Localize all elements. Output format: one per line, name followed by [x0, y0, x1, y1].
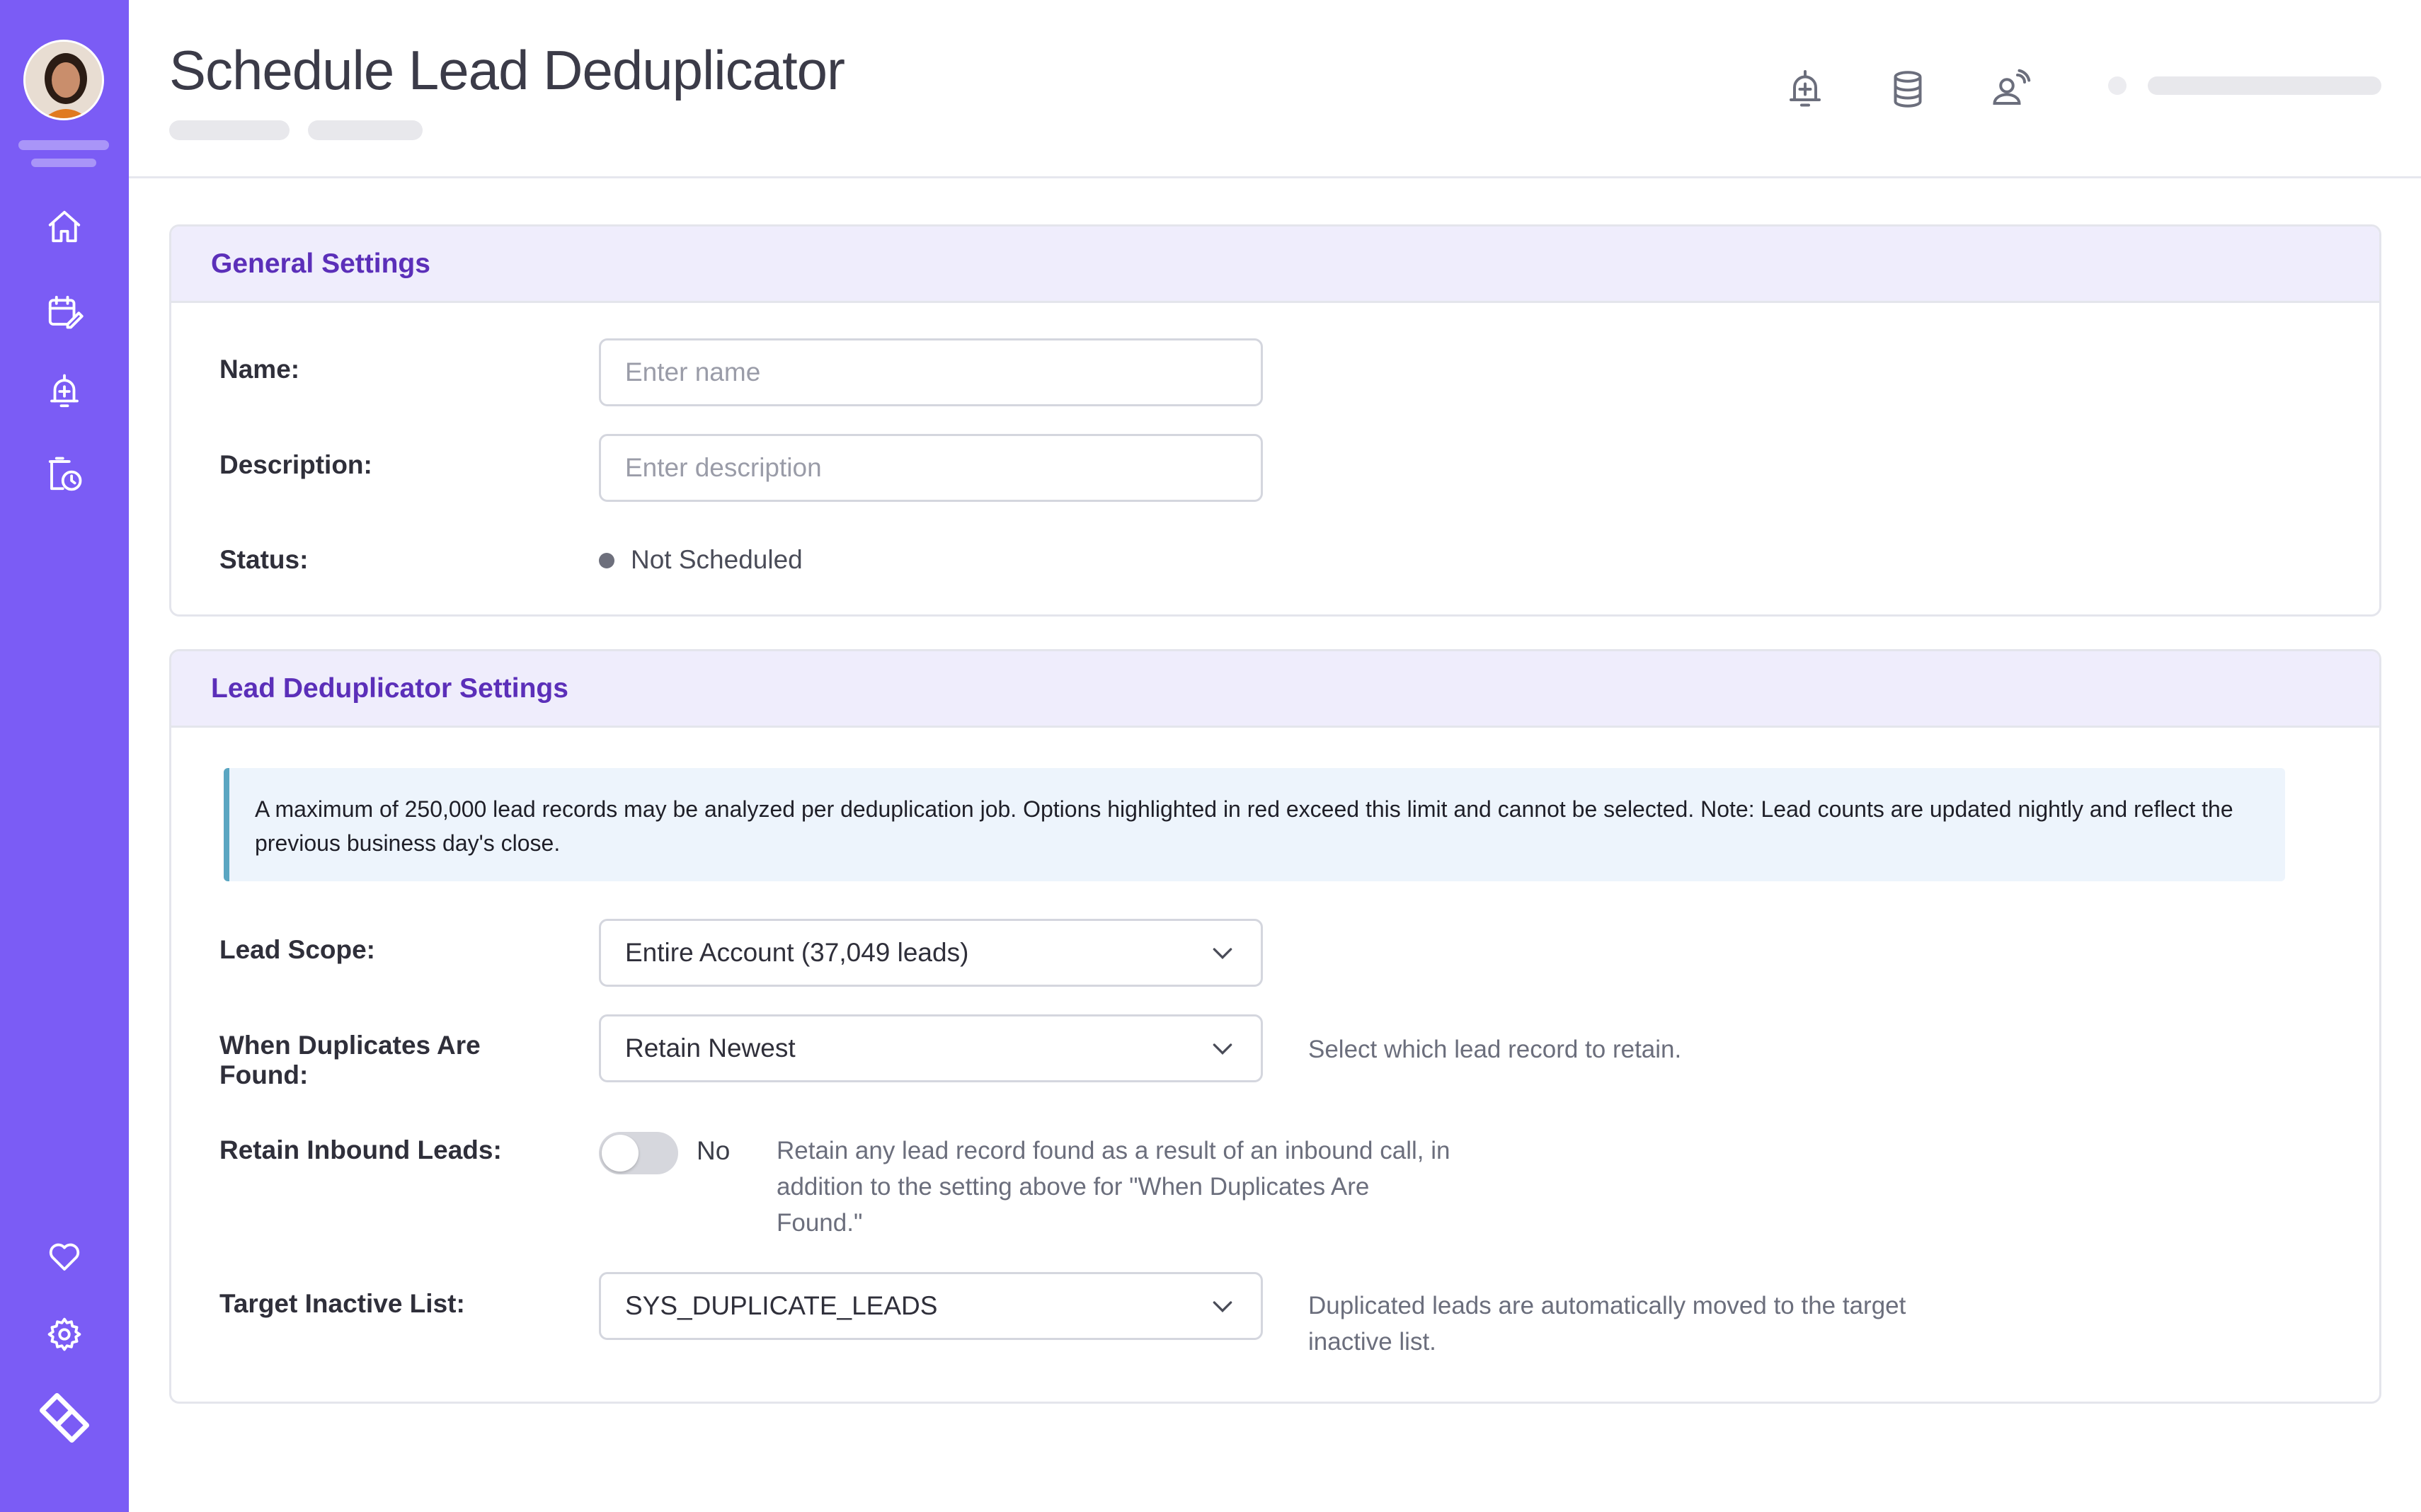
duplicates-select[interactable]: Retain Newest [599, 1014, 1263, 1082]
inbound-help-line3: Found." [777, 1209, 863, 1237]
sidebar [0, 0, 129, 1512]
target-list-help: Duplicated leads are automatically moved… [1308, 1288, 1906, 1360]
alarm-add-icon[interactable] [1780, 64, 1831, 115]
user-menu-placeholder[interactable] [2148, 76, 2381, 95]
chevron-down-icon [1213, 948, 1232, 960]
toggle-knob [602, 1135, 639, 1172]
status-value: Not Scheduled [631, 545, 803, 574]
gear-icon[interactable] [40, 1310, 89, 1359]
duplicates-help: Select which lead record to retain. [1308, 1036, 1682, 1063]
status-label: Status: [219, 545, 309, 574]
name-input[interactable] [625, 357, 1237, 387]
duplicates-value: Retain Newest [625, 1033, 796, 1063]
description-field[interactable] [599, 434, 1263, 502]
limit-notice: A maximum of 250,000 lead records may be… [224, 768, 2285, 881]
inbound-help-line1: Retain any lead record found as a result… [777, 1137, 1450, 1164]
panel-title: General Settings [211, 248, 430, 279]
general-settings-header: General Settings [171, 227, 2379, 303]
lead-scope-select[interactable]: Entire Account (37,049 leads) [599, 919, 1263, 987]
brand-logo-icon[interactable] [33, 1386, 96, 1450]
panel-title: Lead Deduplicator Settings [211, 672, 568, 704]
heart-icon[interactable] [40, 1232, 89, 1281]
chevron-down-icon [1213, 1043, 1232, 1055]
target-list-label: Target Inactive List: [219, 1289, 465, 1318]
description-input[interactable] [625, 453, 1237, 483]
home-icon[interactable] [40, 202, 89, 251]
user-status-placeholder [2108, 76, 2127, 95]
user-name-placeholder [18, 140, 109, 150]
lead-deduplicator-settings-panel: Lead Deduplicator Settings A maximum of … [169, 649, 2381, 1404]
inbound-toggle-value: No [697, 1136, 731, 1165]
duplicates-label: When Duplicates Are Found: [219, 1031, 481, 1090]
lead-deduplicator-settings-header: Lead Deduplicator Settings [171, 651, 2379, 728]
target-list-help-line1: Duplicated leads are automatically moved… [1308, 1292, 1906, 1319]
retain-inbound-toggle[interactable] [599, 1132, 678, 1174]
duplicates-label-line2: Found: [219, 1060, 309, 1089]
target-list-select[interactable]: SYS_DUPLICATE_LEADS [599, 1272, 1263, 1340]
alarm-add-icon[interactable] [40, 367, 89, 416]
page-title: Schedule Lead Deduplicator [169, 39, 845, 101]
lead-scope-label: Lead Scope: [219, 935, 375, 964]
description-label: Description: [219, 450, 372, 479]
name-label: Name: [219, 355, 300, 384]
target-list-value: SYS_DUPLICATE_LEADS [625, 1291, 938, 1320]
general-settings-panel: General Settings Name: Description: Stat… [169, 224, 2381, 617]
breadcrumb-placeholder [169, 120, 290, 140]
inbound-help: Retain any lead record found as a result… [777, 1133, 1450, 1241]
schedule-history-icon[interactable] [40, 449, 89, 499]
name-field[interactable] [599, 338, 1263, 406]
chevron-down-icon [1213, 1301, 1232, 1313]
avatar[interactable] [23, 40, 104, 120]
breadcrumb-placeholder [308, 120, 423, 140]
duplicates-label-line1: When Duplicates Are [219, 1031, 481, 1060]
page-header: Schedule Lead Deduplicator [129, 0, 2421, 178]
notice-text-line2: previous business day's close. [255, 830, 561, 856]
inbound-help-line2: addition to the setting above for "When … [777, 1173, 1370, 1201]
calendar-edit-icon[interactable] [40, 287, 89, 336]
lead-scope-value: Entire Account (37,049 leads) [625, 938, 969, 967]
status-dot [599, 553, 614, 568]
inbound-label: Retain Inbound Leads: [219, 1135, 502, 1164]
notice-text-line1: A maximum of 250,000 lead records may be… [255, 796, 2233, 822]
database-icon[interactable] [1882, 64, 1933, 115]
user-role-placeholder [31, 159, 96, 167]
agent-call-icon[interactable] [1985, 64, 2036, 115]
target-list-help-line2: inactive list. [1308, 1328, 1436, 1356]
